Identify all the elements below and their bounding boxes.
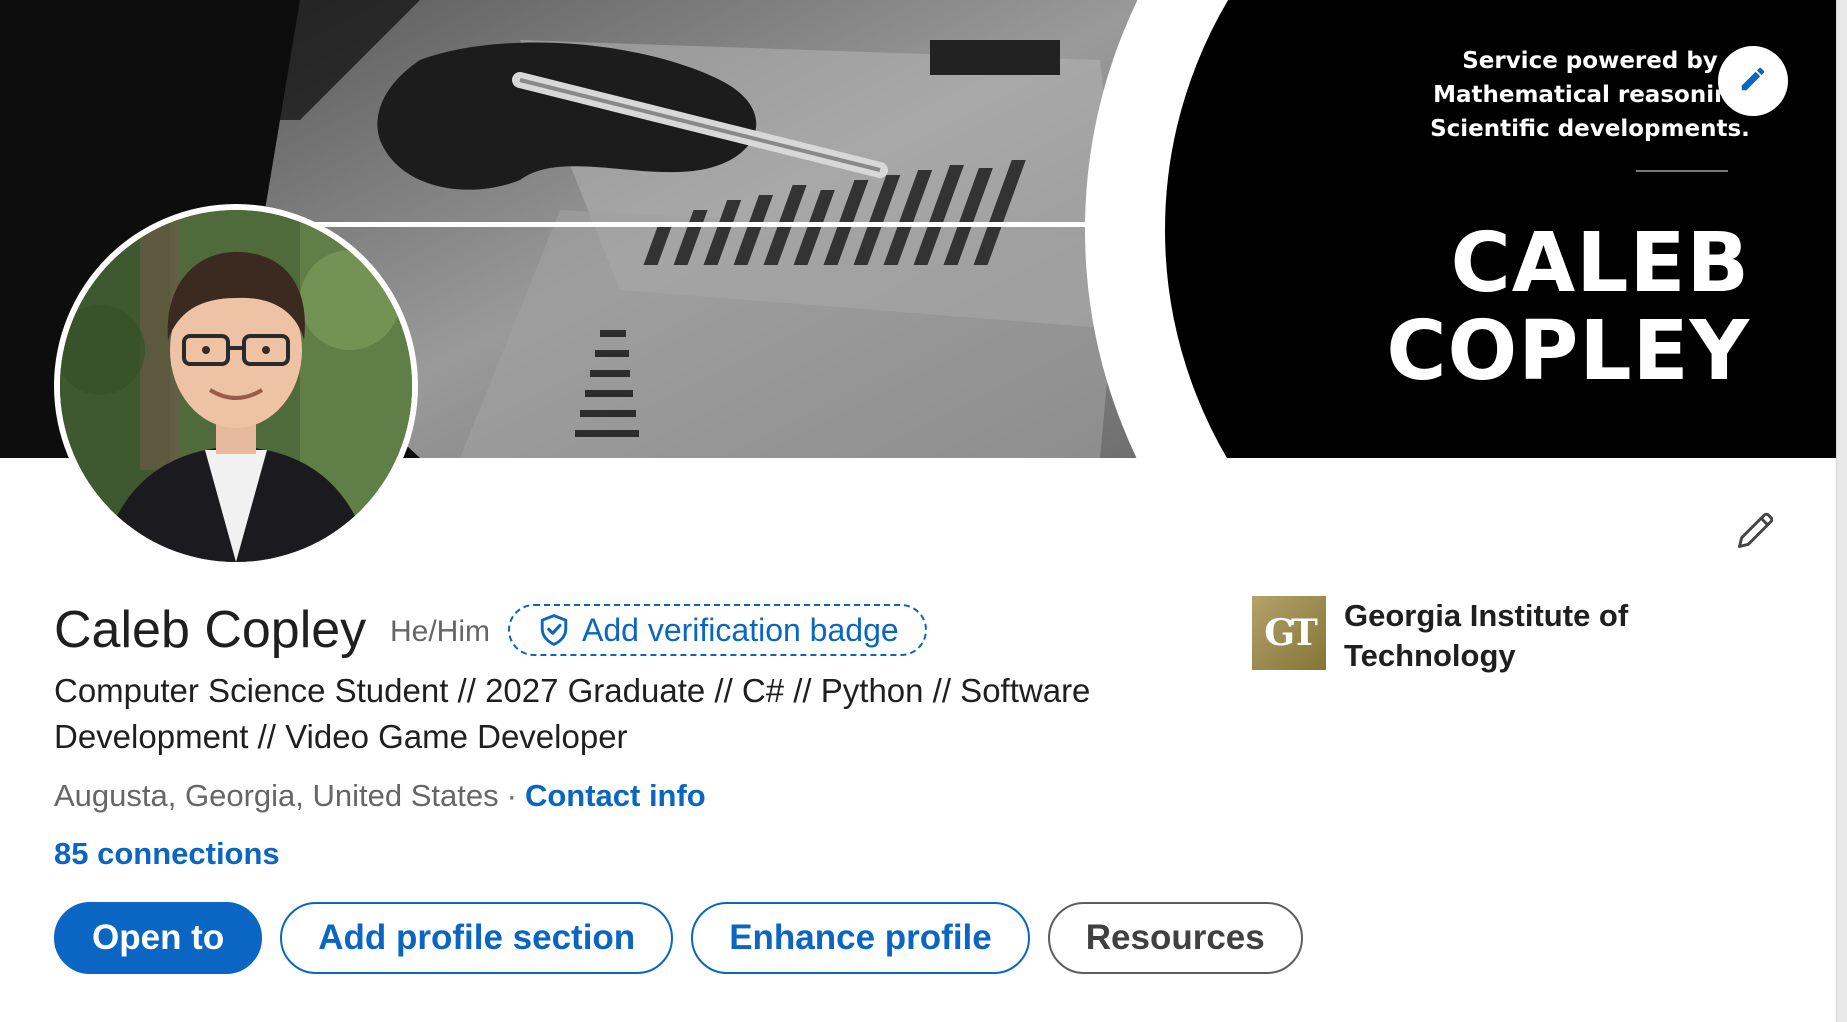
cover-divider [1636,170,1728,172]
education-entry[interactable]: GT Georgia Institute of Technology [1252,596,1684,676]
contact-info-link[interactable]: Contact info [525,778,706,813]
avatar [60,210,412,562]
resources-button[interactable]: Resources [1047,902,1303,974]
connections-link[interactable]: 85 connections [54,834,280,874]
verification-badge-label: Add verification badge [582,611,899,648]
shield-check-icon [538,613,570,647]
profile-actions: Open to Add profile section Enhance prof… [54,902,1303,974]
add-profile-section-button[interactable]: Add profile section [280,902,674,974]
profile-card: Service powered by Mathematical reasonin… [0,0,1836,1022]
cover-name-line: COPLEY [1386,304,1750,399]
profile-name: Caleb Copley [54,601,367,659]
edit-cover-button[interactable] [1718,46,1788,116]
location-row: Augusta, Georgia, United States · Contact … [54,776,706,816]
location-text: Augusta, Georgia, United States [54,778,499,813]
open-to-button[interactable]: Open to [54,902,263,974]
cover-name-line: CALEB [1450,216,1750,311]
enhance-profile-button[interactable]: Enhance profile [691,902,1030,974]
tagline-line: Scientific developments. [1430,116,1750,142]
add-verification-badge-button[interactable]: Add verification badge [508,604,927,656]
page-scroll-edge [1836,0,1847,1022]
profile-headline: Computer Science Student // 2027 Graduat… [54,672,1091,755]
pronouns: He/Him [390,615,491,648]
pencil-icon [1734,508,1778,556]
location-separator: · [506,778,517,813]
school-logo: GT [1252,596,1326,670]
profile-photo[interactable] [54,204,418,568]
cover-name: CALEB COPLEY [1380,220,1750,396]
school-name: Georgia Institute of Technology [1344,598,1629,673]
pencil-icon [1738,64,1768,98]
edit-intro-button[interactable] [1726,502,1786,562]
